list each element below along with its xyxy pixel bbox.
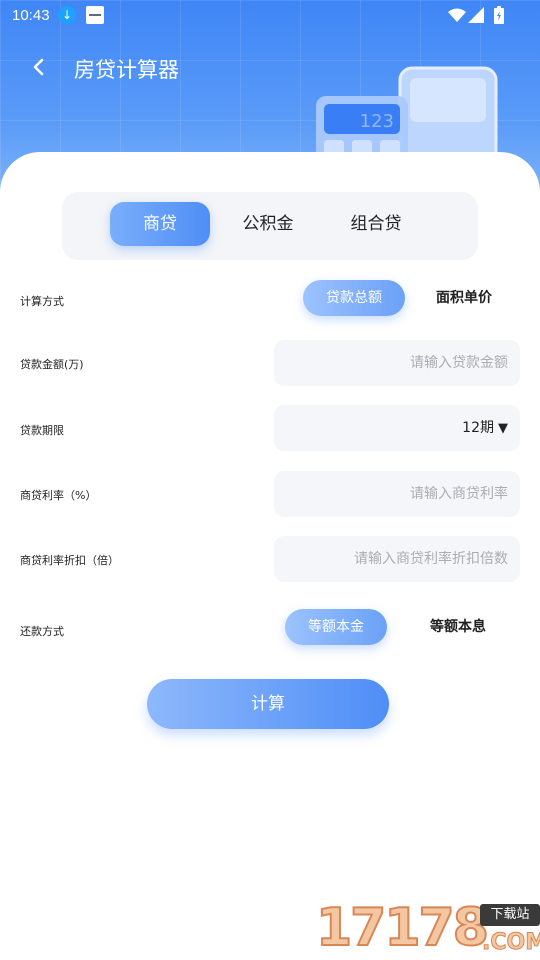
download-icon: ↓ xyxy=(58,6,76,24)
calc-method-label: 计算方式 xyxy=(20,295,64,308)
back-icon[interactable] xyxy=(24,52,54,82)
option-total-loan[interactable]: 贷款总额 xyxy=(303,280,405,316)
loan-term-select[interactable]: 12期 ▼ xyxy=(274,405,520,451)
rate-discount-input[interactable]: 请输入商贷利率折扣倍数 xyxy=(274,536,520,582)
option-equal-installment[interactable]: 等额本息 xyxy=(414,609,502,645)
loan-term-value: 12期 xyxy=(462,420,494,436)
watermark: 17178 下载站 .COM xyxy=(315,897,540,960)
option-area-price[interactable]: 面积单价 xyxy=(420,280,508,316)
rate-discount-label: 商贷利率折扣（倍） xyxy=(20,554,119,567)
calculator-illustration: 123 xyxy=(316,66,498,164)
loan-amount-label: 贷款金额(万) xyxy=(20,358,84,371)
content-card xyxy=(0,152,540,890)
signal-icon xyxy=(468,7,484,23)
interest-rate-label: 商贷利率（%） xyxy=(20,489,97,502)
tab-commercial-loan[interactable]: 商贷 xyxy=(110,202,210,246)
tab-combined-loan[interactable]: 组合贷 xyxy=(326,202,426,246)
interest-rate-input[interactable]: 请输入商贷利率 xyxy=(274,471,520,517)
status-time: 10:43 xyxy=(12,7,50,24)
status-bar: 10:43 ↓ xyxy=(0,0,540,32)
calculate-button[interactable]: 计算 xyxy=(147,679,389,729)
page-title: 房贷计算器 xyxy=(74,58,179,82)
watermark-number: 17178 xyxy=(315,897,490,959)
app-notification-icon xyxy=(86,6,104,24)
tab-provident-fund[interactable]: 公积金 xyxy=(218,202,318,246)
battery-icon xyxy=(494,6,504,24)
watermark-badge: 下载站 xyxy=(480,904,540,926)
calculator-display: 123 xyxy=(360,111,394,132)
option-equal-principal[interactable]: 等额本金 xyxy=(285,609,387,645)
repay-method-label: 还款方式 xyxy=(20,625,64,638)
watermark-suffix: .COM xyxy=(481,930,540,956)
loan-amount-input[interactable]: 请输入贷款金额 xyxy=(274,340,520,386)
loan-term-label: 贷款期限 xyxy=(20,424,64,437)
caret-down-icon: ▼ xyxy=(498,421,508,436)
loan-type-tabs: 商贷 公积金 组合贷 xyxy=(62,192,478,260)
wifi-icon xyxy=(448,8,466,22)
